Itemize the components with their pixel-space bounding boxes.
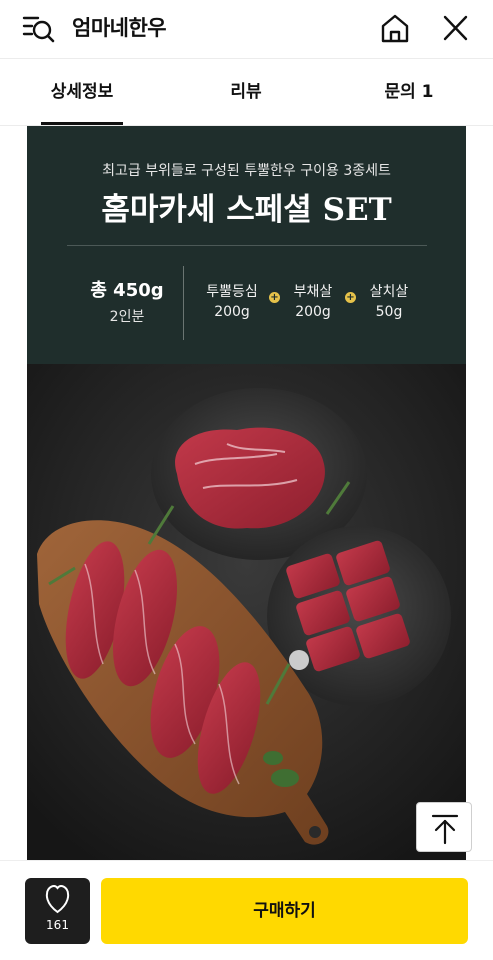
active-tab-indicator	[41, 122, 123, 125]
cut-item: 부채살 200g	[278, 282, 348, 322]
servings: 2인분	[109, 309, 145, 325]
cut-item: 투뿔등심 200g	[197, 282, 267, 322]
tab-detail-info[interactable]: 상세정보	[41, 59, 123, 125]
like-button[interactable]: 161	[25, 878, 90, 944]
arrow-up-to-top-icon	[431, 814, 459, 845]
vertical-divider	[183, 266, 184, 340]
cut-weight: 200g	[295, 304, 331, 320]
tab-inquiries[interactable]: 문의 1	[368, 59, 450, 125]
tab-reviews[interactable]: 리뷰	[205, 59, 287, 125]
cut-weight: 50g	[375, 304, 403, 320]
total-weight: 총 450g	[90, 280, 164, 301]
beef-product-photo	[27, 364, 466, 860]
buy-button[interactable]: 구매하기	[101, 878, 468, 944]
product-subtitle: 최고급 부위들로 구성된 투뿔한우 구이용 3종세트	[102, 163, 391, 179]
product-title: 홈마카세 스페셜 SET	[101, 192, 392, 228]
heart-icon	[45, 884, 70, 914]
scroll-top-button[interactable]	[416, 802, 472, 852]
store-name: 엄마네한우	[72, 16, 167, 40]
cut-name: 살치살	[369, 284, 409, 300]
like-count: 161	[46, 918, 69, 932]
app-header: 엄마네한우	[0, 0, 493, 58]
cut-item: 살치살 50g	[354, 282, 424, 322]
cut-name: 부채살	[293, 284, 333, 300]
product-info-banner: 최고급 부위들로 구성된 투뿔한우 구이용 3종세트 홈마카세 스페셜 SET …	[27, 126, 466, 364]
cut-weight: 200g	[214, 304, 250, 320]
bottom-action-bar: 161 구매하기	[0, 860, 493, 960]
tab-bar: 상세정보 리뷰 문의 1	[0, 58, 493, 126]
menu-search-icon[interactable]	[22, 12, 56, 44]
home-icon[interactable]	[378, 12, 412, 44]
close-icon[interactable]	[438, 12, 472, 44]
cut-name: 투뿔등심	[206, 284, 258, 300]
divider	[67, 245, 427, 246]
